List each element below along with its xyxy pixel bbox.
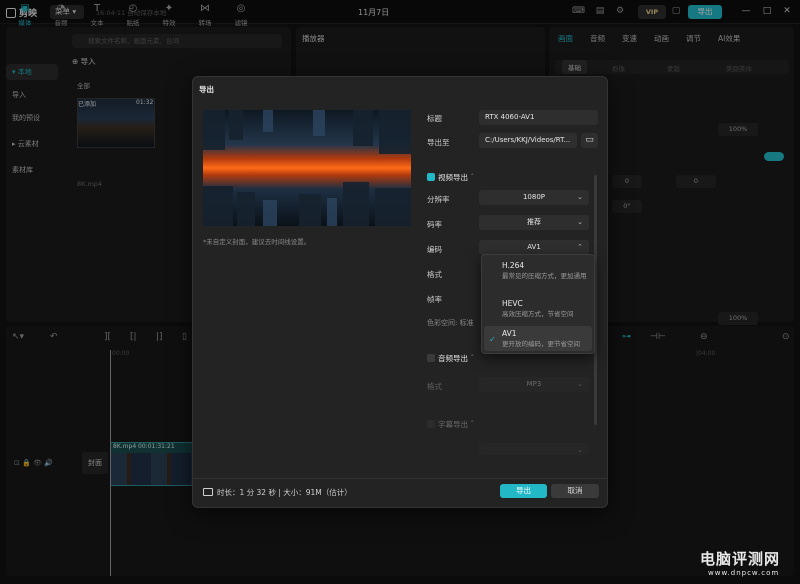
audio-format-select[interactable]: MP3 ⌄: [479, 377, 589, 392]
subtitle-format-select[interactable]: ⌄: [479, 443, 589, 455]
codec-label: 编码: [427, 245, 442, 254]
chevron-up-icon: ⌃: [577, 243, 583, 251]
codec-option-hevc[interactable]: HEVC 高效压缩方式，节省空间: [484, 296, 592, 321]
audio-format-label: 格式: [427, 382, 442, 391]
chevron-down-icon: ⌄: [577, 193, 583, 201]
bitrate-select[interactable]: 推荐 ⌄: [479, 215, 589, 230]
format-label: 格式: [427, 270, 442, 279]
video-export-label: 视频导出: [438, 173, 468, 182]
info-icon: ˆ: [470, 420, 475, 429]
title-label: 标题: [427, 114, 442, 123]
codec-option-name: AV1: [502, 329, 517, 338]
cityscape-image: [203, 110, 411, 226]
cover-hint: *未自定义封面，建议去时间线设置。: [203, 238, 311, 246]
resolution-select[interactable]: 1080P ⌄: [479, 190, 589, 205]
title-input[interactable]: RTX 4060-AV1: [479, 110, 598, 125]
resolution-label: 分辨率: [427, 195, 450, 204]
chevron-down-icon: ⌄: [577, 446, 583, 454]
subtitle-export-checkbox[interactable]: [427, 420, 435, 428]
subtitle-export-toggle[interactable]: 字幕导出 ˆ: [427, 419, 474, 430]
colorspace-label: 色彩空间: 标准: [427, 319, 474, 327]
codec-option-name: H.264: [502, 261, 525, 270]
info-icon: ˆ: [470, 173, 475, 182]
chevron-down-icon: ⌄: [577, 218, 583, 226]
export-to-label: 导出至: [427, 138, 450, 147]
codec-option-desc: 更开放的编码，更节省空间: [502, 340, 580, 348]
codec-option-desc: 高效压缩方式，节省空间: [502, 310, 574, 318]
chevron-down-icon: ⌄: [577, 380, 583, 388]
cover-preview[interactable]: [203, 110, 411, 226]
codec-option-name: HEVC: [502, 299, 523, 308]
audio-export-toggle[interactable]: 音频导出 ˆ: [427, 353, 474, 364]
export-path-input[interactable]: C:/Users/KKJ/Videos/RT...: [479, 133, 577, 148]
dialog-footer-divider: [192, 478, 608, 479]
film-icon: [203, 488, 213, 496]
subtitle-export-label: 字幕导出: [438, 420, 468, 429]
video-export-checkbox[interactable]: [427, 173, 435, 181]
export-summary-text: 时长：1 分 32 秒 | 大小：91M（估计）: [217, 488, 352, 497]
bitrate-label: 码率: [427, 220, 442, 229]
audio-export-checkbox[interactable]: [427, 354, 435, 362]
audio-format-value: MP3: [526, 380, 542, 388]
watermark-text: 电脑评测网: [700, 550, 781, 568]
video-export-toggle[interactable]: 视频导出 ˆ: [427, 172, 474, 183]
framerate-label: 帧率: [427, 295, 442, 304]
codec-value: AV1: [527, 243, 541, 251]
export-summary: 时长：1 分 32 秒 | 大小：91M（估计）: [203, 487, 352, 498]
folder-icon[interactable]: ▭: [581, 133, 598, 148]
codec-option-desc: 最常见的压缩方式，更加通用: [502, 272, 587, 280]
audio-export-label: 音频导出: [438, 354, 468, 363]
resolution-value: 1080P: [522, 193, 546, 201]
codec-option-av1[interactable]: ✓ AV1 更开放的编码，更节省空间: [484, 326, 592, 351]
codec-option-h264[interactable]: H.264 最常见的压缩方式，更加通用: [484, 258, 592, 283]
info-icon: ˆ: [470, 354, 475, 363]
checkmark-icon: ✓: [489, 335, 496, 344]
dialog-title: 导出: [199, 85, 214, 94]
codec-select[interactable]: AV1 ⌃: [479, 240, 589, 255]
bitrate-value: 推荐: [527, 218, 541, 226]
export-button[interactable]: 导出: [500, 484, 547, 498]
watermark-url: www.dnpcw.com: [708, 569, 780, 577]
cancel-button[interactable]: 取消: [551, 484, 599, 498]
